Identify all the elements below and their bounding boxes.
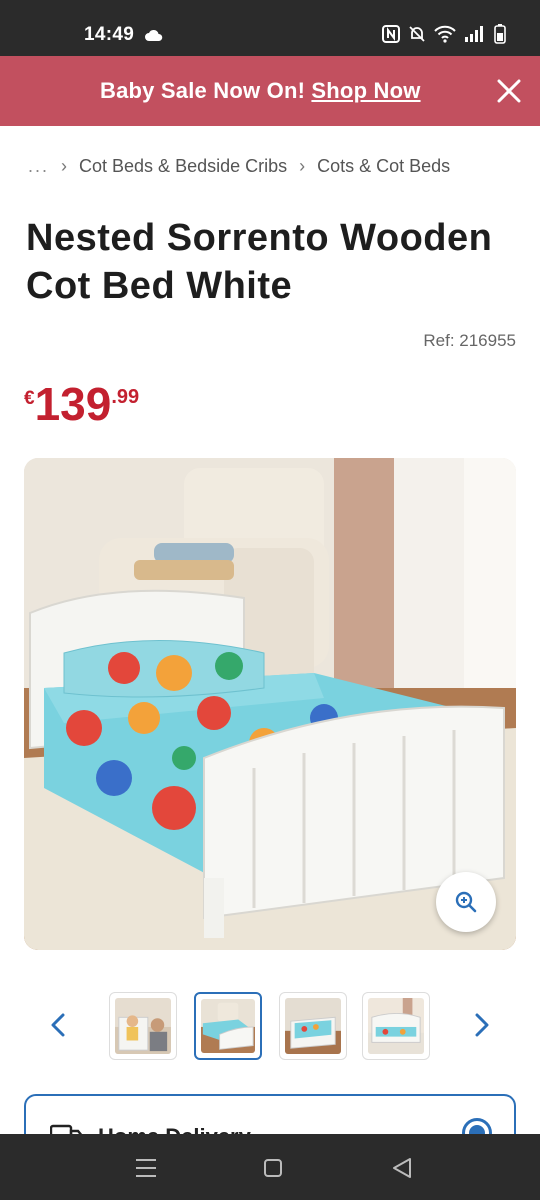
- chevron-right-icon[interactable]: [466, 1010, 496, 1040]
- product-title: Nested Sorrento Wooden Cot Bed White: [26, 217, 493, 307]
- price-currency: €: [24, 388, 35, 409]
- recents-icon[interactable]: [132, 1154, 160, 1182]
- thumbnail-3[interactable]: [279, 992, 347, 1060]
- breadcrumb-ellipsis[interactable]: ...: [28, 156, 49, 177]
- close-icon[interactable]: [496, 78, 522, 104]
- price-cents: .99: [111, 386, 140, 408]
- thumbnail-1[interactable]: [109, 992, 177, 1060]
- price-main: 139: [34, 378, 112, 430]
- status-icons: [382, 24, 506, 44]
- system-nav-bar: [0, 1134, 540, 1200]
- thumbnail-2[interactable]: [194, 992, 262, 1060]
- product-price: € 139 .99: [24, 380, 139, 428]
- cloud-icon: [145, 29, 163, 41]
- breadcrumb-item-cots[interactable]: Cots & Cot Beds: [317, 156, 450, 177]
- back-icon[interactable]: [388, 1154, 416, 1182]
- promo-banner: Baby Sale Now On! Shop Now: [0, 56, 540, 126]
- chevron-right-icon: ›: [299, 156, 306, 176]
- promo-text: Baby Sale Now On! Shop Now: [100, 78, 421, 104]
- product-ref: Ref: 216955: [423, 331, 516, 350]
- battery-icon: [494, 24, 506, 44]
- thumbnail-image: [201, 999, 255, 1053]
- status-bar: 14:49: [0, 0, 540, 56]
- thumbnail-image: [368, 998, 424, 1054]
- nfc-icon: [382, 25, 400, 43]
- wifi-icon: [434, 25, 456, 43]
- signal-icon: [465, 26, 483, 42]
- status-time: 14:49: [84, 24, 135, 45]
- thumbnail-carousel: [0, 990, 540, 1062]
- thumbnail-image: [115, 998, 171, 1054]
- shop-now-link[interactable]: Shop Now: [311, 78, 420, 103]
- home-icon[interactable]: [259, 1154, 287, 1182]
- zoom-button[interactable]: [436, 872, 496, 932]
- thumbnail-image: [285, 998, 341, 1054]
- mute-icon: [409, 26, 425, 42]
- breadcrumb: ... › Cot Beds & Bedside Cribs › Cots & …: [28, 156, 450, 177]
- cot-bed-photo: [24, 458, 516, 950]
- zoom-in-icon: [455, 891, 477, 913]
- promo-message: Baby Sale Now On!: [100, 78, 306, 103]
- breadcrumb-item-cot-beds-cribs[interactable]: Cot Beds & Bedside Cribs: [79, 156, 287, 177]
- thumbnail-4[interactable]: [362, 992, 430, 1060]
- chevron-right-icon: ›: [61, 156, 68, 176]
- product-image[interactable]: [24, 458, 516, 950]
- chevron-left-icon[interactable]: [44, 1010, 74, 1040]
